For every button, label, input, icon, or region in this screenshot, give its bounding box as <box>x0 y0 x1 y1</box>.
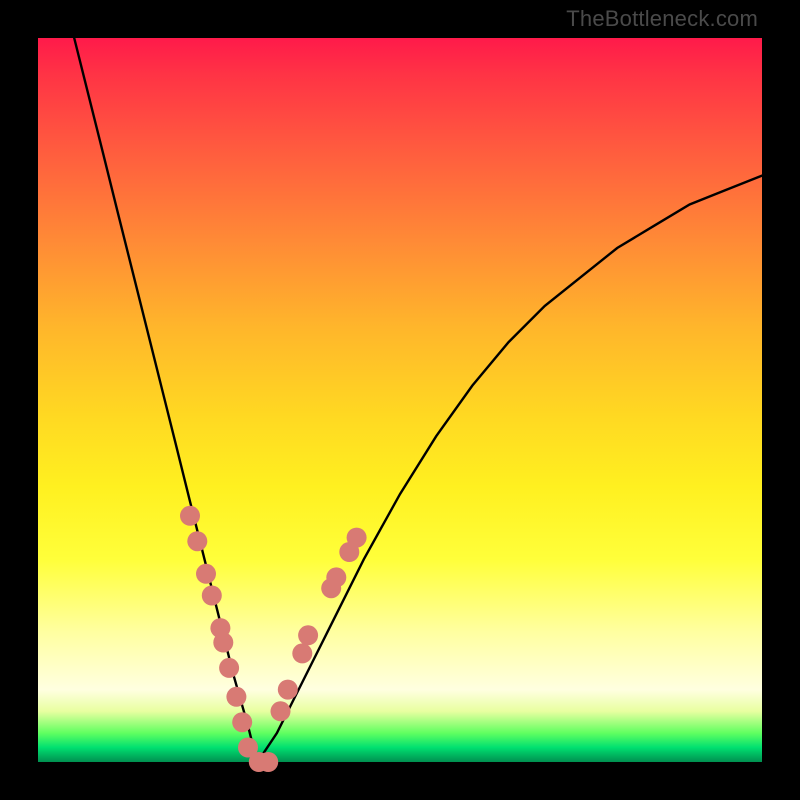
chart-container: TheBottleneck.com <box>0 0 800 800</box>
watermark-text: TheBottleneck.com <box>566 6 758 32</box>
chart-background-gradient <box>38 38 762 762</box>
